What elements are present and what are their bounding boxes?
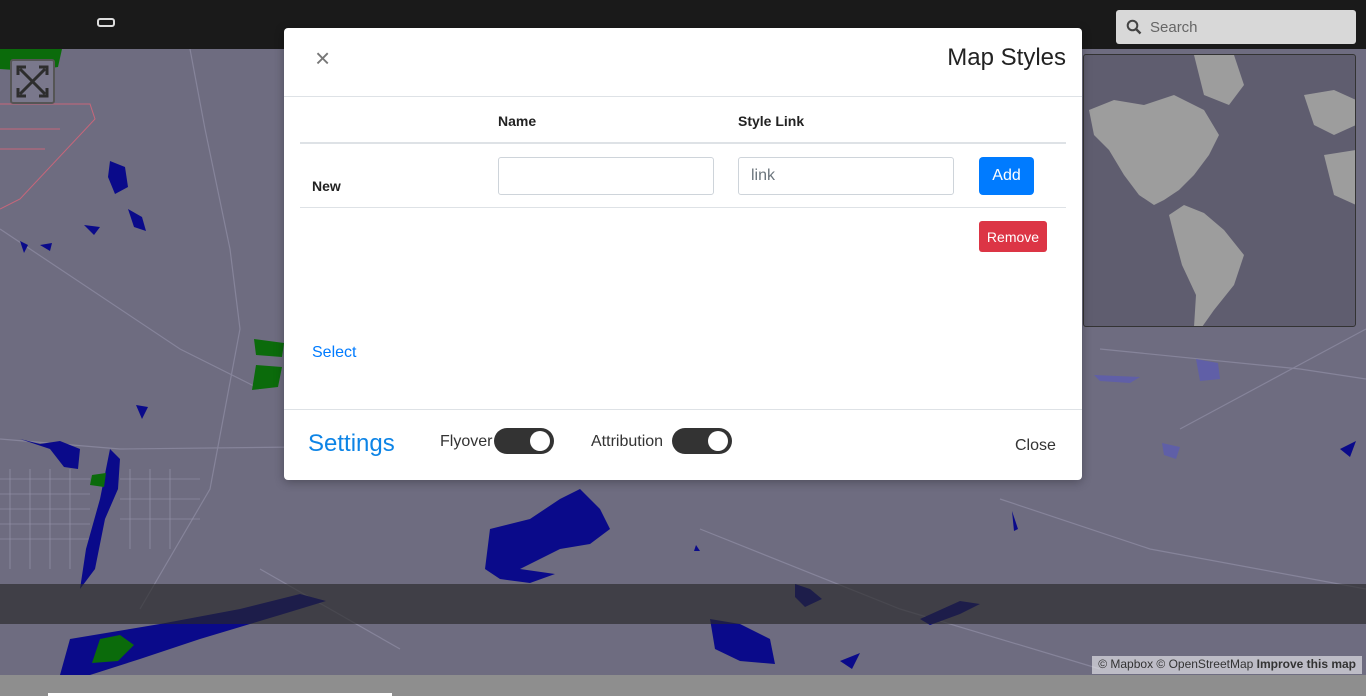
map-runway xyxy=(0,103,96,210)
style-link-input[interactable] xyxy=(738,157,954,195)
map-lakes xyxy=(1094,359,1220,459)
select-style-link[interactable]: Select xyxy=(312,344,356,362)
flyover-label: Flyover xyxy=(440,433,493,450)
fullscreen-icon xyxy=(16,65,49,98)
add-style-button[interactable]: Add xyxy=(979,157,1034,195)
improve-map-link[interactable]: Improve this map xyxy=(1257,657,1356,671)
style-name-input[interactable] xyxy=(498,157,714,195)
attribution-label: Attribution xyxy=(591,433,664,450)
modal-header: × Map Styles xyxy=(284,28,1082,97)
attribution-toggle[interactable] xyxy=(672,428,732,454)
remove-style-button[interactable]: Remove xyxy=(979,221,1047,252)
toggle-knob xyxy=(708,431,728,451)
new-style-row: New Add xyxy=(300,144,1066,208)
modal-title: Map Styles xyxy=(947,44,1066,71)
map-styles-modal: × Map Styles Name Style Link New Add Rem… xyxy=(284,28,1082,480)
fullscreen-button[interactable] xyxy=(10,59,55,104)
attribution-text: © Mapbox © OpenStreetMap xyxy=(1098,657,1254,671)
search-box[interactable] xyxy=(1116,10,1356,44)
map-parks xyxy=(0,49,284,663)
search-icon xyxy=(1126,19,1142,35)
settings-title: Settings xyxy=(308,430,395,457)
styles-table-header: Name Style Link xyxy=(300,97,1066,144)
new-row-label: New xyxy=(312,178,341,194)
flyover-toggle[interactable] xyxy=(494,428,554,454)
column-header-style-link: Style Link xyxy=(738,113,805,129)
map-overlay-band xyxy=(0,584,1366,624)
minimap[interactable] xyxy=(1083,54,1356,327)
bottom-scrollbar[interactable] xyxy=(0,675,1366,696)
close-button[interactable]: Close xyxy=(1015,437,1056,455)
hamburger-icon[interactable] xyxy=(97,18,115,27)
column-header-name: Name xyxy=(498,113,537,129)
map-attribution: © Mapbox © OpenStreetMap Improve this ma… xyxy=(1092,656,1362,674)
search-input[interactable] xyxy=(1150,10,1350,44)
minimap-world-map xyxy=(1089,55,1355,326)
modal-footer: Settings Flyover Attribution Close xyxy=(284,409,1082,480)
close-icon[interactable]: × xyxy=(315,45,335,71)
toggle-knob xyxy=(530,431,550,451)
